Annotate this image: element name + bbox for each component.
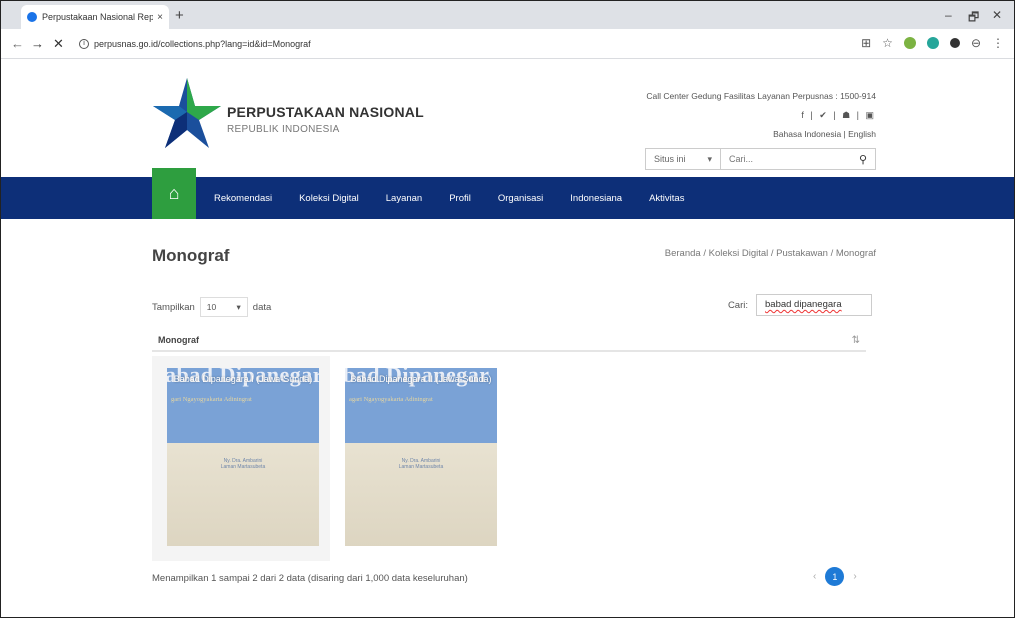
tab-title: Perpustakaan Nasional Republik — [42, 12, 153, 22]
sort-icon[interactable]: ⇅ — [852, 335, 860, 346]
social-links[interactable]: f | ✔ | ☗ | ▣ — [801, 110, 876, 121]
prev-page-button[interactable]: ‹ — [813, 571, 816, 582]
translate-icon[interactable]: ⊞ — [861, 36, 871, 50]
language-switcher[interactable]: Bahasa Indonesia | English — [773, 129, 876, 139]
page-1-button[interactable]: 1 — [825, 567, 845, 586]
cover-subline: gari Ngayogyakarta Adiningrat — [171, 396, 252, 403]
book-cover-image[interactable]: bad Dipanegar agari Ngayogyakarta Adinin… — [345, 368, 497, 546]
profile-icon[interactable]: ⊖ — [971, 36, 981, 50]
extensions-area: ⊞ ☆ ⊖ ⋮ — [861, 36, 1004, 50]
site-search-input[interactable] — [721, 154, 851, 164]
call-center-text: Call Center Gedung Fasilitas Layanan Per… — [646, 91, 876, 101]
home-button[interactable]: ⌂ — [152, 168, 196, 219]
menu-kebab-icon[interactable]: ⋮ — [992, 36, 1004, 50]
nav-item-profil[interactable]: Profil — [449, 193, 471, 204]
url-text: perpusnas.go.id/collections.php?lang=id&… — [94, 39, 311, 49]
result-title[interactable]: Babad Dipanegara I (Jawa-Sunda) — [167, 374, 319, 384]
page-length-value: 10 — [206, 302, 217, 312]
result-card[interactable]: bad Dipanegar agari Ngayogyakarta Adinin… — [330, 356, 508, 561]
nav-item-layanan[interactable]: Layanan — [386, 193, 422, 204]
show-suffix: data — [252, 301, 272, 313]
minimize-button[interactable]: – — [945, 8, 952, 22]
tab-close-icon[interactable]: × — [157, 12, 163, 23]
address-bar: ← → ✕ i perpusnas.go.id/collections.php?… — [1, 29, 1014, 59]
perpusnas-logo[interactable] — [151, 76, 223, 156]
page-length-control: Tampilkan 10 ▾ data — [152, 297, 271, 317]
show-label: Tampilkan — [152, 301, 195, 313]
nav-item-rekomendasi[interactable]: Rekomendasi — [214, 193, 272, 204]
table-header[interactable]: Monograf ⇅ — [152, 330, 866, 352]
cover-subline: agari Ngayogyakarta Adiningrat — [349, 396, 433, 403]
site-favicon-icon — [27, 12, 37, 22]
stop-icon[interactable]: ✕ — [53, 36, 64, 52]
page-length-select[interactable]: 10 ▾ — [199, 297, 248, 317]
forward-arrow-icon[interactable]: → — [31, 36, 44, 51]
site-info-icon[interactable]: i — [79, 39, 89, 49]
table-header-label: Monograf — [158, 335, 199, 345]
search-icon[interactable]: ⚲ — [851, 153, 875, 166]
extension-teal-icon[interactable] — [926, 37, 939, 49]
brand-title: PERPUSTAKAAN NASIONAL — [227, 104, 424, 120]
site-search: Situs ini ▾ ⚲ — [645, 148, 876, 170]
extension-green-icon[interactable] — [903, 37, 916, 49]
cover-authors: Ny. Dra. Ambarini Laman Martasubeta — [398, 458, 444, 470]
new-tab-button[interactable]: + — [175, 7, 184, 24]
browser-tab[interactable]: Perpustakaan Nasional Republik × — [21, 5, 169, 29]
nav-item-koleksi-digital[interactable]: Koleksi Digital — [299, 193, 359, 204]
back-arrow-icon[interactable]: ← — [11, 36, 24, 51]
caret-down-icon: ▾ — [707, 153, 712, 164]
extension-shield-icon[interactable] — [949, 38, 960, 48]
close-window-button[interactable]: ✕ — [992, 8, 1002, 22]
search-scope-select[interactable]: Situs ini ▾ — [646, 149, 721, 169]
home-icon: ⌂ — [168, 183, 180, 203]
result-title[interactable]: Babad Dipanegara II (Jawa-Sunda) — [345, 374, 497, 384]
pagination: ‹ 1 › — [813, 567, 857, 586]
caret-down-icon: ▾ — [236, 301, 241, 312]
cover-authors: Ny. Dra. Ambarini Laman Martasubeta — [220, 458, 266, 470]
nav-item-aktivitas[interactable]: Aktivitas — [649, 193, 684, 204]
page-title: Monograf — [152, 246, 230, 265]
result-card[interactable]: abad Dipanegar gari Ngayogyakarta Adinin… — [152, 356, 330, 561]
results-info: Menampilkan 1 sampai 2 dari 2 data (disa… — [152, 573, 468, 584]
bookmark-star-icon[interactable]: ☆ — [882, 36, 893, 50]
url-field[interactable]: i perpusnas.go.id/collections.php?lang=i… — [79, 34, 889, 54]
tab-bar: Perpustakaan Nasional Republik × + – 🗗 ✕ — [1, 1, 1014, 29]
nav-item-indonesiana[interactable]: Indonesiana — [570, 193, 622, 204]
results-grid: abad Dipanegar gari Ngayogyakarta Adinin… — [152, 356, 866, 561]
table-search-label: Cari: — [727, 299, 748, 311]
browser-window: Perpustakaan Nasional Republik × + – 🗗 ✕… — [0, 0, 1015, 618]
next-page-button[interactable]: › — [853, 571, 856, 582]
table-search: Cari: babad dipanegara — [728, 294, 872, 316]
book-cover-image[interactable]: abad Dipanegar gari Ngayogyakarta Adinin… — [167, 368, 319, 546]
search-scope-value: Situs ini — [654, 154, 686, 164]
brand-subtitle: REPUBLIK INDONESIA — [227, 124, 340, 135]
restore-button[interactable]: 🗗 — [968, 8, 979, 29]
table-search-input[interactable]: babad dipanegara — [756, 294, 872, 316]
nav-item-organisasi[interactable]: Organisasi — [498, 193, 543, 204]
breadcrumb[interactable]: Beranda / Koleksi Digital / Pustakawan /… — [665, 248, 876, 259]
nav-menu: Rekomendasi Koleksi Digital Layanan Prof… — [214, 177, 711, 219]
